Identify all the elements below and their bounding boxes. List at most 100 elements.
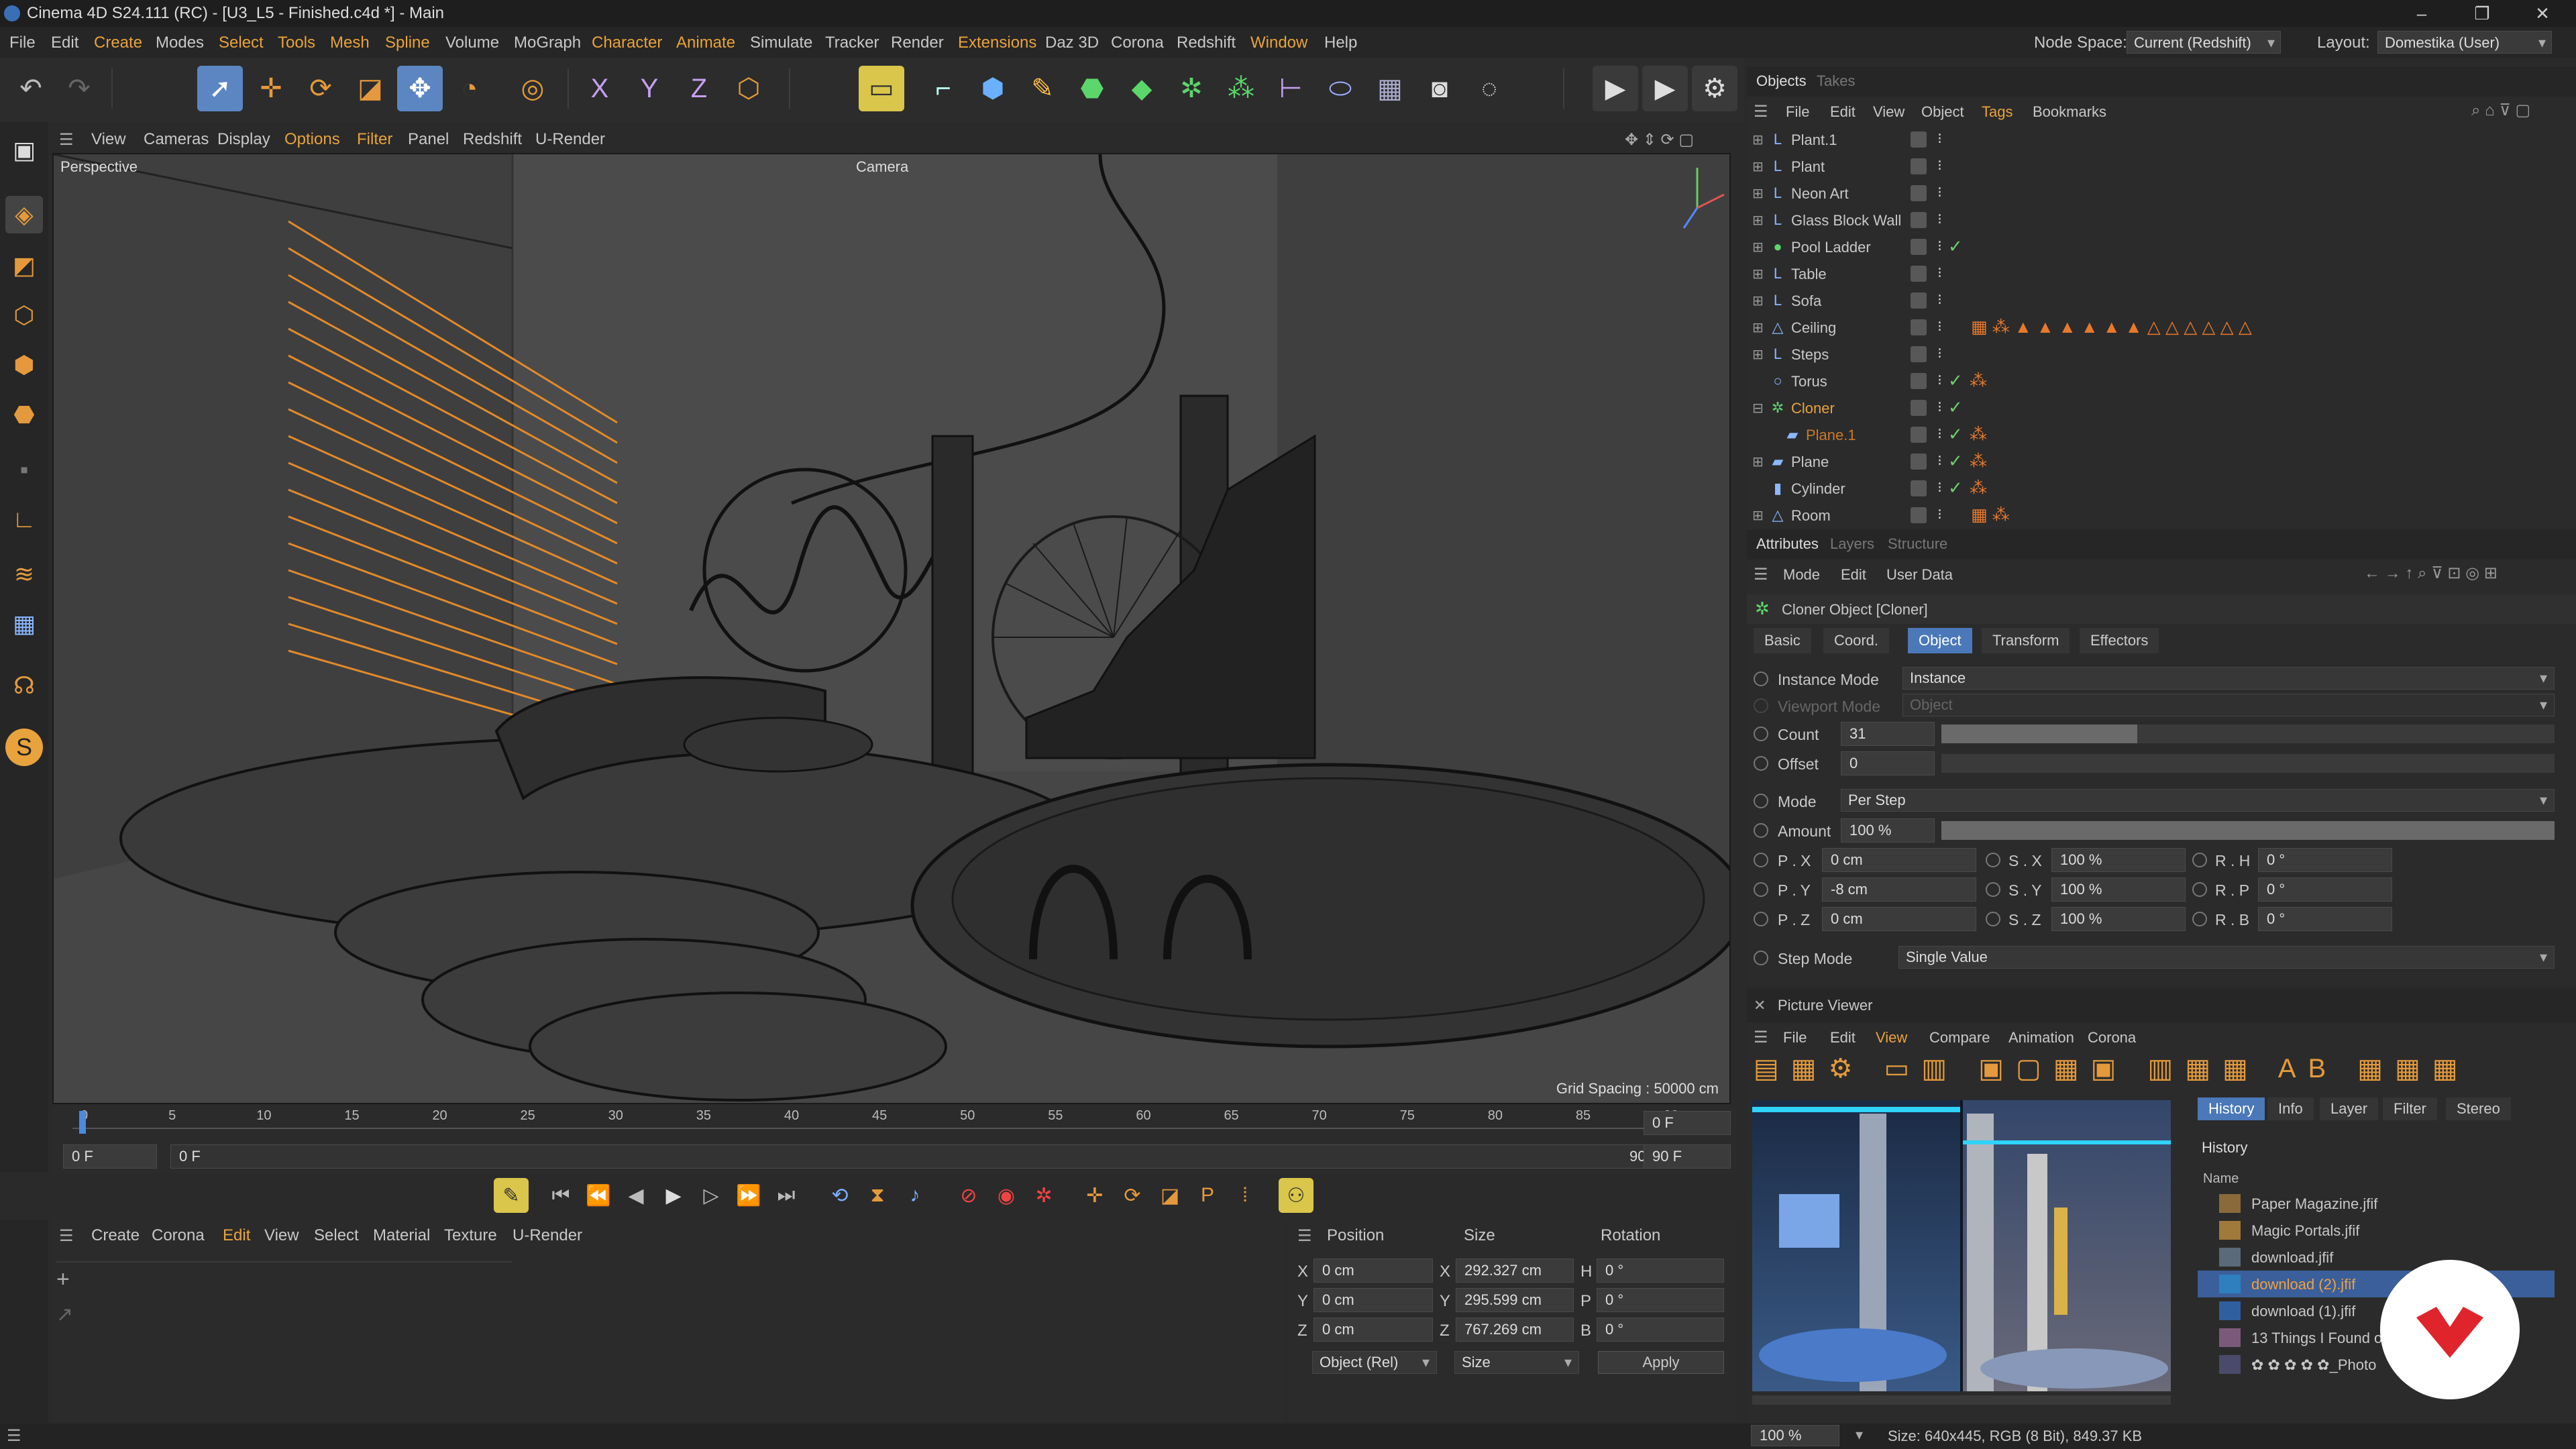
objects-hamburger-icon[interactable]: ☰ <box>1754 102 1768 121</box>
attr-menu-userdata[interactable]: User Data <box>1886 566 1953 584</box>
timeline-window-icon[interactable]: ⧗ <box>860 1178 895 1213</box>
select-tool-icon[interactable]: ➚ <box>197 66 243 111</box>
menu-file[interactable]: File <box>9 34 36 52</box>
r-b-field[interactable]: 0 ° <box>2258 907 2392 931</box>
menu-edit[interactable]: Edit <box>51 34 78 52</box>
coords-hamburger-icon[interactable]: ☰ <box>1297 1226 1312 1246</box>
node-space-dropdown[interactable]: Current (Redshift) <box>2127 31 2281 54</box>
offset-slider[interactable] <box>1941 754 2555 773</box>
coords-rot-b-field[interactable]: 0 ° <box>1597 1318 1724 1342</box>
object-row[interactable]: ⊞ ● Pool Ladder ⁝ ✓ <box>1747 233 2576 260</box>
uv-mode-icon[interactable]: ▪ <box>5 451 43 488</box>
viewport-nav-icons[interactable]: ✥ ⇕ ⟳ ▢ <box>1625 130 1694 150</box>
render-settings-icon[interactable]: ⚙ <box>1692 66 1737 111</box>
r-p-field[interactable]: 0 ° <box>2258 877 2392 902</box>
step-mode-dropdown[interactable]: Single Value <box>1898 946 2555 969</box>
status-hamburger-icon[interactable]: ☰ <box>7 1426 21 1446</box>
menu-mesh[interactable]: Mesh <box>330 34 370 52</box>
polygons-mode-icon[interactable]: ⬣ <box>5 396 43 433</box>
camera-object-icon[interactable]: ◙ <box>1417 66 1462 111</box>
redo-icon[interactable]: ↷ <box>56 66 102 111</box>
soft-selection-icon[interactable]: ◔ <box>447 66 492 111</box>
menu-volume[interactable]: Volume <box>445 34 499 52</box>
layout-dropdown[interactable]: Domestika (User) <box>2377 31 2552 54</box>
field-icon[interactable]: ⬭ <box>1318 66 1363 111</box>
object-row[interactable]: ▮ Cylinder ⁝ ✓ ⁂ <box>1747 475 2576 502</box>
mat-menu-create[interactable]: Create <box>91 1226 140 1245</box>
pen-spline-icon[interactable]: ✎ <box>1020 66 1065 111</box>
p-x-field[interactable]: 0 cm <box>1822 848 1976 872</box>
obj-menu-file[interactable]: File <box>1786 103 1809 121</box>
object-row[interactable]: ⊞ △ Room ⁝ ▦ ⁂ <box>1747 502 2576 529</box>
zoom-field[interactable]: 100 % <box>1751 1425 1839 1446</box>
subtab-coord[interactable]: Coord. <box>1823 628 1890 653</box>
p-y-field[interactable]: -8 cm <box>1822 877 1976 902</box>
mat-menu-urender[interactable]: U-Render <box>513 1226 582 1245</box>
pv-tab-filter[interactable]: Filter <box>2383 1097 2437 1120</box>
coords-pos-z-field[interactable]: 0 cm <box>1313 1318 1433 1342</box>
zoom-dropdown-icon[interactable]: ▾ <box>1856 1426 1863 1444</box>
axis-mode-icon[interactable]: ∟ <box>5 500 43 538</box>
coordinate-system-icon[interactable]: ⬡ <box>726 66 771 111</box>
object-row[interactable]: ⊞ L Plant ⁝ <box>1747 153 2576 180</box>
coords-size-z-field[interactable]: 767.269 cm <box>1456 1318 1574 1342</box>
menu-redshift[interactable]: Redshift <box>1177 34 1236 52</box>
count-field[interactable]: 31 <box>1841 722 1935 746</box>
menu-spline[interactable]: Spline <box>385 34 430 52</box>
attr-menu-edit[interactable]: Edit <box>1841 566 1866 584</box>
menu-simulate[interactable]: Simulate <box>750 34 812 52</box>
menu-select[interactable]: Select <box>219 34 264 52</box>
key-pla-icon[interactable]: ⁞ <box>1228 1178 1263 1213</box>
object-row[interactable]: ⊞ L Neon Art ⁝ <box>1747 180 2576 207</box>
edges-mode-icon[interactable]: ⬢ <box>5 346 43 384</box>
vp-menu-cameras[interactable]: Cameras <box>144 130 209 149</box>
menu-mograph[interactable]: MoGraph <box>514 34 581 52</box>
amount-slider[interactable] <box>1941 821 2555 840</box>
object-row[interactable]: ⊞ L Sofa ⁝ <box>1747 287 2576 314</box>
object-row[interactable]: ⊞ ▰ Plane ⁝ ✓ ⁂ <box>1747 448 2576 475</box>
mat-menu-edit[interactable]: Edit <box>223 1226 250 1245</box>
coords-size-y-field[interactable]: 295.599 cm <box>1456 1288 1574 1312</box>
loop-icon[interactable]: ⟲ <box>822 1178 857 1213</box>
preview-range-bar[interactable]: 0 F 90 F <box>170 1144 1673 1169</box>
undo-icon[interactable]: ↶ <box>8 66 54 111</box>
subdivision-surface-icon[interactable]: ⬣ <box>1069 66 1115 111</box>
material-tag[interactable]: ⁂ <box>1970 370 1987 391</box>
history-item[interactable]: Magic Portals.jfif <box>2208 1217 2544 1244</box>
go-to-end-icon[interactable]: ⏭ <box>769 1178 804 1213</box>
enabled-check-icon[interactable]: ✓ <box>1948 424 1963 445</box>
objects-search-icons[interactable]: ⌕ ⌂ ⊽ ▢ <box>2471 101 2530 120</box>
workplane-icon[interactable]: ≋ <box>5 555 43 593</box>
menu-window[interactable]: Window <box>1250 34 1307 52</box>
picviewer-hamburger-icon[interactable]: ☰ <box>1754 1028 1768 1047</box>
menu-create[interactable]: Create <box>94 34 142 52</box>
make-editable-icon[interactable]: ▣ <box>5 131 43 169</box>
object-row[interactable]: ⊞ L Glass Block Wall ⁝ <box>1747 207 2576 233</box>
snap-grid-icon[interactable]: ▦ <box>5 605 43 643</box>
vp-menu-urender[interactable]: U-Render <box>535 130 605 149</box>
mat-menu-select[interactable]: Select <box>314 1226 359 1245</box>
object-row[interactable]: ⊟ ✲ Cloner ⁝ ✓ <box>1747 394 2576 421</box>
s-y-field[interactable]: 100 % <box>2051 877 2186 902</box>
play-icon[interactable]: ▶ <box>656 1178 691 1213</box>
menu-help[interactable]: Help <box>1324 34 1357 52</box>
floor-icon[interactable]: ▦ <box>1367 66 1413 111</box>
null-object-icon[interactable]: ⌐ <box>920 66 966 111</box>
obj-menu-view[interactable]: View <box>1873 103 1904 121</box>
history-item[interactable]: Paper Magazine.jfif <box>2208 1190 2544 1217</box>
object-row[interactable]: ⊞ L Plant.1 ⁝ <box>1747 126 2576 153</box>
menu-render[interactable]: Render <box>891 34 944 52</box>
go-to-start-icon[interactable]: ⏮ <box>543 1178 578 1213</box>
light-object-icon[interactable]: ◌ <box>1466 66 1512 111</box>
tab-takes[interactable]: Takes <box>1817 72 1855 90</box>
pv-menu-file[interactable]: File <box>1783 1029 1807 1046</box>
prev-frame-icon[interactable]: ◀ <box>619 1178 653 1213</box>
s-x-field[interactable]: 100 % <box>2051 848 2186 872</box>
y-axis-lock-icon[interactable]: Y <box>627 66 672 111</box>
subtab-basic[interactable]: Basic <box>1754 628 1811 653</box>
next-key-icon[interactable]: ⏩ <box>731 1178 766 1213</box>
obj-menu-bookmarks[interactable]: Bookmarks <box>2033 103 2106 121</box>
tab-layers[interactable]: Layers <box>1830 535 1874 553</box>
mode-dropdown[interactable]: Per Step <box>1841 789 2555 812</box>
texture-mode-icon[interactable]: ◩ <box>5 247 43 284</box>
